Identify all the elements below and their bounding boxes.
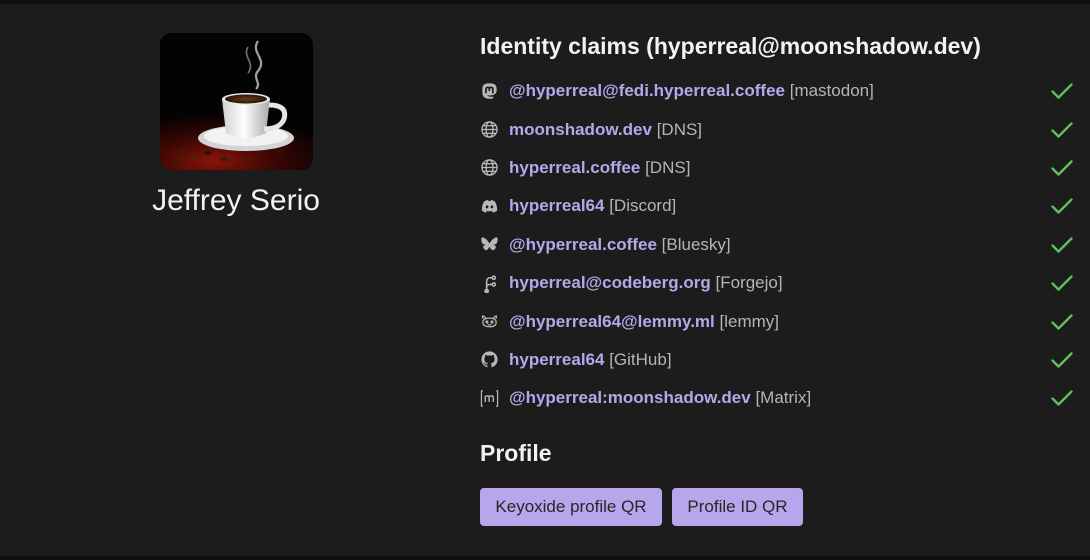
claim-item[interactable]: hyperreal64 [GitHub] [480, 341, 1074, 379]
claim-id[interactable]: @hyperreal.coffee [509, 235, 657, 254]
check-icon [1050, 79, 1074, 103]
claim-id[interactable]: moonshadow.dev [509, 120, 652, 139]
check-icon [1050, 271, 1074, 295]
claim-item[interactable]: moonshadow.dev [DNS] [480, 110, 1074, 148]
claim-service: [GitHub] [609, 349, 672, 369]
check-icon [1050, 118, 1074, 142]
claim-id[interactable]: @hyperreal:moonshadow.dev [509, 388, 751, 407]
claim-service: [Bluesky] [661, 234, 731, 254]
github-icon [480, 350, 499, 369]
mastodon-icon [480, 82, 499, 101]
coffee-cup-image [160, 33, 313, 170]
discord-icon [480, 197, 499, 216]
claim-id[interactable]: hyperreal@codeberg.org [509, 273, 711, 292]
check-icon [1050, 386, 1074, 410]
claim-service: [Discord] [609, 196, 677, 216]
globe-icon [480, 120, 499, 139]
check-icon [1050, 194, 1074, 218]
claim-service: [DNS] [656, 119, 703, 139]
display-name: Jeffrey Serio [152, 184, 320, 217]
claim-id[interactable]: @hyperreal@fedi.hyperreal.coffee [509, 81, 785, 100]
claim-item[interactable]: hyperreal.coffee [DNS] [480, 149, 1074, 187]
claim-item[interactable]: @hyperreal@fedi.hyperreal.coffee [mastod… [480, 72, 1074, 110]
keyoxide-profile-qr-button[interactable]: Keyoxide profile QR [480, 488, 662, 526]
claim-id[interactable]: @hyperreal64@lemmy.ml [509, 312, 715, 331]
claim-item[interactable]: hyperreal64 [Discord] [480, 187, 1074, 225]
claim-service: [DNS] [645, 157, 691, 177]
profile-page: Jeffrey Serio Identity claims (hyperreal… [0, 4, 1090, 556]
bluesky-icon [480, 235, 499, 254]
check-icon [1050, 310, 1074, 334]
claim-item[interactable]: @hyperreal:moonshadow.dev [Matrix] [480, 379, 1074, 417]
lemmy-icon [480, 312, 499, 331]
profile-id-qr-button[interactable]: Profile ID QR [672, 488, 803, 526]
claim-item[interactable]: @hyperreal.coffee [Bluesky] [480, 226, 1074, 264]
claim-service: [lemmy] [719, 311, 780, 331]
claim-service: [Matrix] [755, 388, 812, 408]
claims-list: @hyperreal@fedi.hyperreal.coffee [mastod… [480, 72, 1074, 418]
claim-id[interactable]: hyperreal64 [509, 196, 604, 215]
forgejo-icon [480, 274, 499, 293]
claim-service: [mastodon] [789, 81, 874, 101]
claim-id[interactable]: hyperreal64 [509, 350, 604, 369]
check-icon [1050, 233, 1074, 257]
claim-service: [Forgejo] [715, 273, 783, 293]
check-icon [1050, 156, 1074, 180]
avatar [160, 33, 313, 170]
check-icon [1050, 348, 1074, 372]
profile-section-title: Profile [480, 440, 552, 466]
matrix-icon [480, 389, 499, 408]
claims-title: Identity claims (hyperreal@moonshadow.de… [480, 33, 981, 59]
globe-icon [480, 158, 499, 177]
claim-item[interactable]: hyperreal@codeberg.org [Forgejo] [480, 264, 1074, 302]
claim-item[interactable]: @hyperreal64@lemmy.ml [lemmy] [480, 302, 1074, 340]
claim-id[interactable]: hyperreal.coffee [509, 158, 640, 177]
